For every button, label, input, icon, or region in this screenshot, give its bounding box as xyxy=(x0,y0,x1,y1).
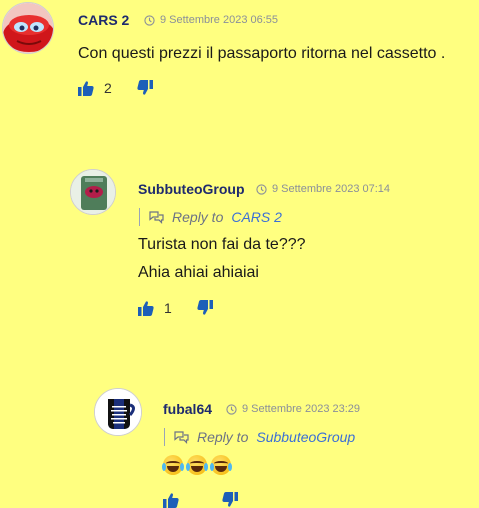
avatar[interactable] xyxy=(94,388,142,436)
reply-to-line: Reply to CARS 2 xyxy=(149,209,282,225)
comment-text: Con questi prezzi il passaporto ritorna … xyxy=(78,45,446,62)
reply-target-link[interactable]: CARS 2 xyxy=(231,209,282,225)
comment-date: 9 Settembre 2023 06:55 xyxy=(144,14,278,26)
comment-date: 9 Settembre 2023 23:29 xyxy=(226,403,360,415)
reply-target-link[interactable]: SubbuteoGroup xyxy=(256,429,355,445)
comment-text-line2: Ahia ahiai ahiaiai xyxy=(138,264,259,281)
reply-to-line: Reply to SubbuteoGroup xyxy=(174,429,355,445)
clock-icon xyxy=(144,14,155,26)
subbuteo-avatar-icon xyxy=(71,170,115,214)
laughing-tears-emoji-icon xyxy=(210,455,232,475)
upvote-count: 1 xyxy=(164,300,172,316)
chat-bubbles-icon xyxy=(149,210,164,224)
thumbs-down-icon xyxy=(137,80,153,95)
reply-divider xyxy=(164,428,165,446)
car-avatar-icon xyxy=(3,3,53,53)
laughing-tears-emoji-icon xyxy=(186,455,208,475)
comment-date-text: 9 Settembre 2023 06:55 xyxy=(160,14,279,26)
reply-label: Reply to xyxy=(172,209,224,225)
clock-icon xyxy=(256,183,267,195)
comment-date-text: 9 Settembre 2023 23:29 xyxy=(242,403,361,415)
upvote-button[interactable]: 1 xyxy=(138,300,172,316)
thumbs-down-icon xyxy=(197,300,213,315)
chat-bubbles-icon xyxy=(174,430,189,444)
downvote-button[interactable] xyxy=(197,300,213,316)
upvote-button[interactable]: 2 xyxy=(78,80,112,96)
laughing-tears-emoji-icon xyxy=(162,455,184,475)
thumbs-up-icon xyxy=(78,81,94,96)
avatar[interactable] xyxy=(70,169,116,215)
reply-label: Reply to xyxy=(197,429,249,445)
thumbs-up-icon xyxy=(138,301,154,316)
clock-icon xyxy=(226,403,237,415)
comment-author[interactable]: SubbuteoGroup xyxy=(138,181,245,197)
comment-author[interactable]: fubal64 xyxy=(163,401,212,417)
comment-date: 9 Settembre 2023 07:14 xyxy=(256,183,390,195)
downvote-button[interactable] xyxy=(222,492,238,508)
comment-emojis xyxy=(162,455,235,475)
reply-divider xyxy=(139,208,140,226)
downvote-button[interactable] xyxy=(137,80,153,96)
upvote-count: 2 xyxy=(104,80,112,96)
thumbs-up-icon xyxy=(163,493,179,508)
keep-calm-avatar-icon xyxy=(95,389,141,435)
thumbs-down-icon xyxy=(222,492,238,507)
comment-author[interactable]: CARS 2 xyxy=(78,12,129,28)
upvote-button[interactable] xyxy=(163,492,179,508)
comment-date-text: 9 Settembre 2023 07:14 xyxy=(272,183,391,195)
comment-text-line1: Turista non fai da te??? xyxy=(138,236,306,253)
avatar[interactable] xyxy=(2,2,54,54)
